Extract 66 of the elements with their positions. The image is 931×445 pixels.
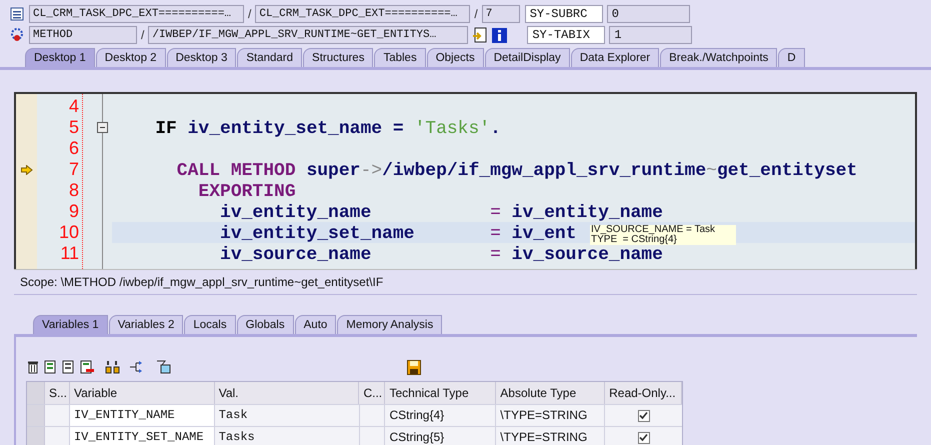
list-icon[interactable] bbox=[9, 6, 25, 22]
line-number: 8 bbox=[68, 180, 79, 201]
text-field[interactable]: /IWBEP/IF_MGW_APPL_SRV_RUNTIME~GET_ENTITYS… bbox=[148, 26, 468, 44]
table-cell: IV_ENTITY_SET_NAME bbox=[70, 427, 215, 445]
line-number: 6 bbox=[68, 138, 79, 159]
tree-icon[interactable] bbox=[128, 360, 144, 374]
tab[interactable]: D bbox=[778, 48, 805, 67]
info-icon[interactable] bbox=[492, 28, 508, 42]
document-icon[interactable] bbox=[44, 360, 58, 374]
code-line: CALL METHOD super->/iwbep/if_mgw_appl_srv_runtime~get_entityset bbox=[176, 161, 858, 181]
tab[interactable]: Memory Analysis bbox=[337, 315, 442, 334]
system-field-value: 0 bbox=[606, 5, 690, 23]
code-line: iv_source_name = iv_source_name bbox=[219, 245, 663, 265]
tab[interactable]: Break./Watchpoints bbox=[660, 48, 778, 67]
line-number: 11 bbox=[60, 243, 79, 264]
table-cell: Tasks bbox=[214, 427, 360, 445]
line-number: 7 bbox=[68, 159, 79, 180]
separator: / bbox=[247, 6, 252, 23]
separator: / bbox=[140, 27, 146, 44]
system-field-value: 1 bbox=[609, 26, 692, 44]
collapse-icon[interactable] bbox=[97, 122, 108, 133]
export-icon[interactable] bbox=[472, 27, 488, 43]
line-number: 10 bbox=[58, 222, 79, 243]
tooltip-text: IV_SOURCE_NAME = Task bbox=[591, 225, 716, 235]
gear-icon[interactable] bbox=[9, 27, 25, 43]
system-field-name: SY-SUBRC bbox=[524, 5, 603, 23]
code-line: iv_entity_name = iv_entity_name bbox=[219, 203, 663, 223]
table-cell: IV_ENTITY_NAME bbox=[70, 405, 215, 426]
code-line: IF iv_entity_set_name = 'Tasks'. bbox=[154, 119, 501, 139]
tab[interactable]: Structures bbox=[303, 48, 374, 67]
text-field[interactable]: CL_CRM_TASK_DPC_EXT==========… bbox=[29, 5, 244, 23]
tab[interactable]: Desktop 1 bbox=[25, 48, 95, 67]
text-field[interactable]: 7 bbox=[482, 5, 520, 23]
save-icon[interactable] bbox=[407, 360, 421, 374]
tab[interactable]: Objects bbox=[426, 48, 484, 67]
filter-icon[interactable] bbox=[156, 360, 171, 374]
checkbox[interactable] bbox=[638, 410, 650, 422]
tab[interactable]: Desktop 3 bbox=[166, 48, 236, 67]
code-line: EXPORTING bbox=[197, 182, 296, 202]
tab[interactable]: Globals bbox=[236, 315, 294, 334]
checkbox[interactable] bbox=[638, 432, 650, 444]
line-number: 4 bbox=[68, 96, 79, 117]
tab[interactable]: DetailDisplay bbox=[484, 48, 570, 67]
tab[interactable]: Auto bbox=[294, 315, 336, 334]
table-cell: CString{5} bbox=[385, 427, 496, 445]
tooltip-text: TYPE = CString{4} bbox=[591, 235, 678, 245]
scope-path: Scope: \METHOD /iwbep/if_mgw_appl_srv_runtime~get_entityset\IF bbox=[20, 274, 384, 291]
merge-icon[interactable] bbox=[105, 360, 120, 374]
tab[interactable]: Locals bbox=[184, 315, 236, 334]
tab[interactable]: Variables 1 bbox=[33, 315, 108, 334]
line-number: 9 bbox=[68, 201, 79, 222]
line-number: 5 bbox=[68, 117, 79, 138]
text-field[interactable]: METHOD bbox=[29, 26, 137, 44]
table-cell: \TYPE=STRING bbox=[496, 427, 606, 445]
tab[interactable]: Tables bbox=[374, 48, 426, 67]
document-icon[interactable] bbox=[62, 360, 76, 374]
tab[interactable]: Data Explorer bbox=[570, 48, 660, 67]
tab[interactable]: Variables 2 bbox=[108, 315, 184, 334]
system-field-name: SY-TABIX bbox=[527, 26, 606, 44]
tab[interactable]: Desktop 2 bbox=[96, 48, 166, 67]
text-field[interactable]: CL_CRM_TASK_DPC_EXT==========… bbox=[255, 5, 470, 23]
code-line: iv_entity_set_name = iv_ent bbox=[219, 224, 576, 244]
tab[interactable]: Standard bbox=[237, 48, 302, 67]
remove-row-icon[interactable] bbox=[80, 360, 95, 374]
separator: / bbox=[473, 6, 479, 23]
trash-icon[interactable] bbox=[26, 360, 40, 374]
